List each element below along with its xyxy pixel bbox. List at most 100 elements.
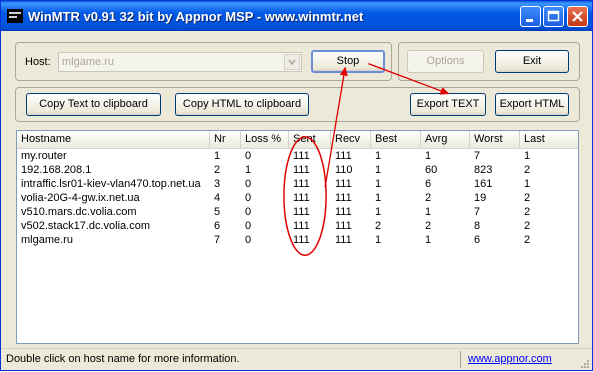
minimize-button[interactable] <box>520 6 541 27</box>
cell-nr: 4 <box>214 192 221 204</box>
cell-hostname: intraffic.lsr01-kiev-vlan470.top.net.ua <box>21 178 201 190</box>
cell-hostname: my.router <box>21 150 67 162</box>
maximize-button[interactable] <box>543 6 564 27</box>
resize-grip-icon[interactable] <box>579 358 590 369</box>
cell-hostname: v510.mars.dc.volia.com <box>21 206 137 218</box>
window-title: WinMTR v0.91 32 bit by Appnor MSP - www.… <box>28 9 364 24</box>
cell-best: 1 <box>375 234 382 246</box>
appnor-link[interactable]: www.appnor.com <box>468 353 552 365</box>
cell-last: 2 <box>524 164 531 176</box>
cell-loss: 0 <box>245 206 252 218</box>
options-button[interactable]: Options <box>407 50 484 73</box>
cell-recv: 111 <box>335 150 352 162</box>
winmtr-window: WinMTR v0.91 32 bit by Appnor MSP - www.… <box>0 0 593 371</box>
status-message: Double click on host name for more infor… <box>6 353 240 365</box>
cell-worst: 6 <box>474 234 481 246</box>
table-row[interactable]: v510.mars.dc.volia.com 5 0 111 111 1 1 7… <box>17 205 578 219</box>
cell-avrg: 2 <box>425 220 432 232</box>
title-bar[interactable]: WinMTR v0.91 32 bit by Appnor MSP - www.… <box>1 1 592 31</box>
maximize-icon <box>547 10 560 22</box>
cell-loss: 0 <box>245 234 252 246</box>
cell-recv: 111 <box>335 220 352 232</box>
cell-nr: 7 <box>214 234 221 246</box>
cell-avrg: 2 <box>425 192 432 204</box>
cell-last: 1 <box>524 178 531 190</box>
close-icon <box>572 11 583 22</box>
cell-recv: 111 <box>335 192 352 204</box>
cell-nr: 5 <box>214 206 221 218</box>
cell-best: 1 <box>375 164 382 176</box>
column-header-nr[interactable]: Nr <box>210 131 241 148</box>
cell-loss: 0 <box>245 192 252 204</box>
host-label: Host: <box>25 56 51 68</box>
status-separator <box>460 351 461 368</box>
column-header-worst[interactable]: Worst <box>470 131 520 148</box>
cell-avrg: 1 <box>425 206 432 218</box>
column-header-recv[interactable]: Recv <box>331 131 371 148</box>
cell-recv: 111 <box>335 178 352 190</box>
table-row[interactable]: v502.stack17.dc.volia.com 6 0 111 111 2 … <box>17 219 578 233</box>
cell-worst: 19 <box>474 192 487 204</box>
cell-worst: 823 <box>474 164 493 176</box>
cell-recv: 111 <box>335 234 352 246</box>
cell-hostname: 192.168.208.1 <box>21 164 92 176</box>
cell-last: 2 <box>524 220 531 232</box>
copy-text-button[interactable]: Copy Text to clipboard <box>26 93 161 116</box>
exit-button[interactable]: Exit <box>495 50 569 73</box>
table-row[interactable]: intraffic.lsr01-kiev-vlan470.top.net.ua … <box>17 177 578 191</box>
cell-nr: 6 <box>214 220 221 232</box>
cell-nr: 3 <box>214 178 221 190</box>
cell-recv: 111 <box>335 206 352 218</box>
winmtr-app-icon[interactable] <box>7 9 23 23</box>
column-header-loss[interactable]: Loss % <box>241 131 289 148</box>
cell-last: 2 <box>524 234 531 246</box>
stop-button[interactable]: Stop <box>311 50 385 73</box>
cell-loss: 0 <box>245 220 252 232</box>
cell-nr: 1 <box>214 150 221 162</box>
cell-best: 1 <box>375 206 382 218</box>
host-combobox[interactable]: mlgame.ru <box>58 52 302 72</box>
cell-last: 2 <box>524 192 531 204</box>
cell-sent: 111 <box>293 192 310 204</box>
cell-worst: 8 <box>474 220 481 232</box>
cell-avrg: 1 <box>425 150 432 162</box>
host-input[interactable]: mlgame.ru <box>62 56 114 68</box>
close-button[interactable] <box>567 6 588 27</box>
column-header-avrg[interactable]: Avrg <box>421 131 470 148</box>
cell-worst: 7 <box>474 206 481 218</box>
cell-worst: 7 <box>474 150 481 162</box>
cell-best: 1 <box>375 150 382 162</box>
export-text-button[interactable]: Export TEXT <box>410 93 486 116</box>
column-header-best[interactable]: Best <box>371 131 421 148</box>
cell-best: 2 <box>375 220 382 232</box>
cell-avrg: 60 <box>425 164 438 176</box>
cell-loss: 1 <box>245 164 252 176</box>
cell-hostname: mlgame.ru <box>21 234 73 246</box>
column-header-hostname[interactable]: Hostname <box>17 131 210 148</box>
cell-best: 1 <box>375 178 382 190</box>
cell-nr: 2 <box>214 164 221 176</box>
cell-recv: 110 <box>335 164 353 176</box>
cell-loss: 0 <box>245 150 252 162</box>
table-row[interactable]: mlgame.ru 7 0 111 111 1 1 6 2 <box>17 233 578 247</box>
chevron-down-icon <box>288 59 296 66</box>
minimize-icon <box>526 19 533 22</box>
table-row[interactable]: my.router 1 0 111 111 1 1 7 1 <box>17 149 578 163</box>
cell-last: 1 <box>524 150 531 162</box>
status-bar: Double click on host name for more infor… <box>1 348 592 371</box>
cell-avrg: 1 <box>425 234 432 246</box>
table-header: Hostname Nr Loss % Sent Recv Best Avrg W… <box>17 131 578 149</box>
cell-best: 1 <box>375 192 382 204</box>
column-header-sent[interactable]: Sent <box>289 131 331 148</box>
table-row[interactable]: 192.168.208.1 2 1 111 110 1 60 823 2 <box>17 163 578 177</box>
export-html-button[interactable]: Export HTML <box>495 93 569 116</box>
table-row[interactable]: volia-20G-4-gw.ix.net.ua 4 0 111 111 1 2… <box>17 191 578 205</box>
results-table[interactable]: Hostname Nr Loss % Sent Recv Best Avrg W… <box>16 130 579 344</box>
host-dropdown-button[interactable] <box>284 54 300 70</box>
cell-loss: 0 <box>245 178 252 190</box>
column-header-last[interactable]: Last <box>520 131 578 148</box>
cell-last: 2 <box>524 206 531 218</box>
cell-worst: 161 <box>474 178 493 190</box>
cell-hostname: v502.stack17.dc.volia.com <box>21 220 151 232</box>
copy-html-button[interactable]: Copy HTML to clipboard <box>175 93 309 116</box>
